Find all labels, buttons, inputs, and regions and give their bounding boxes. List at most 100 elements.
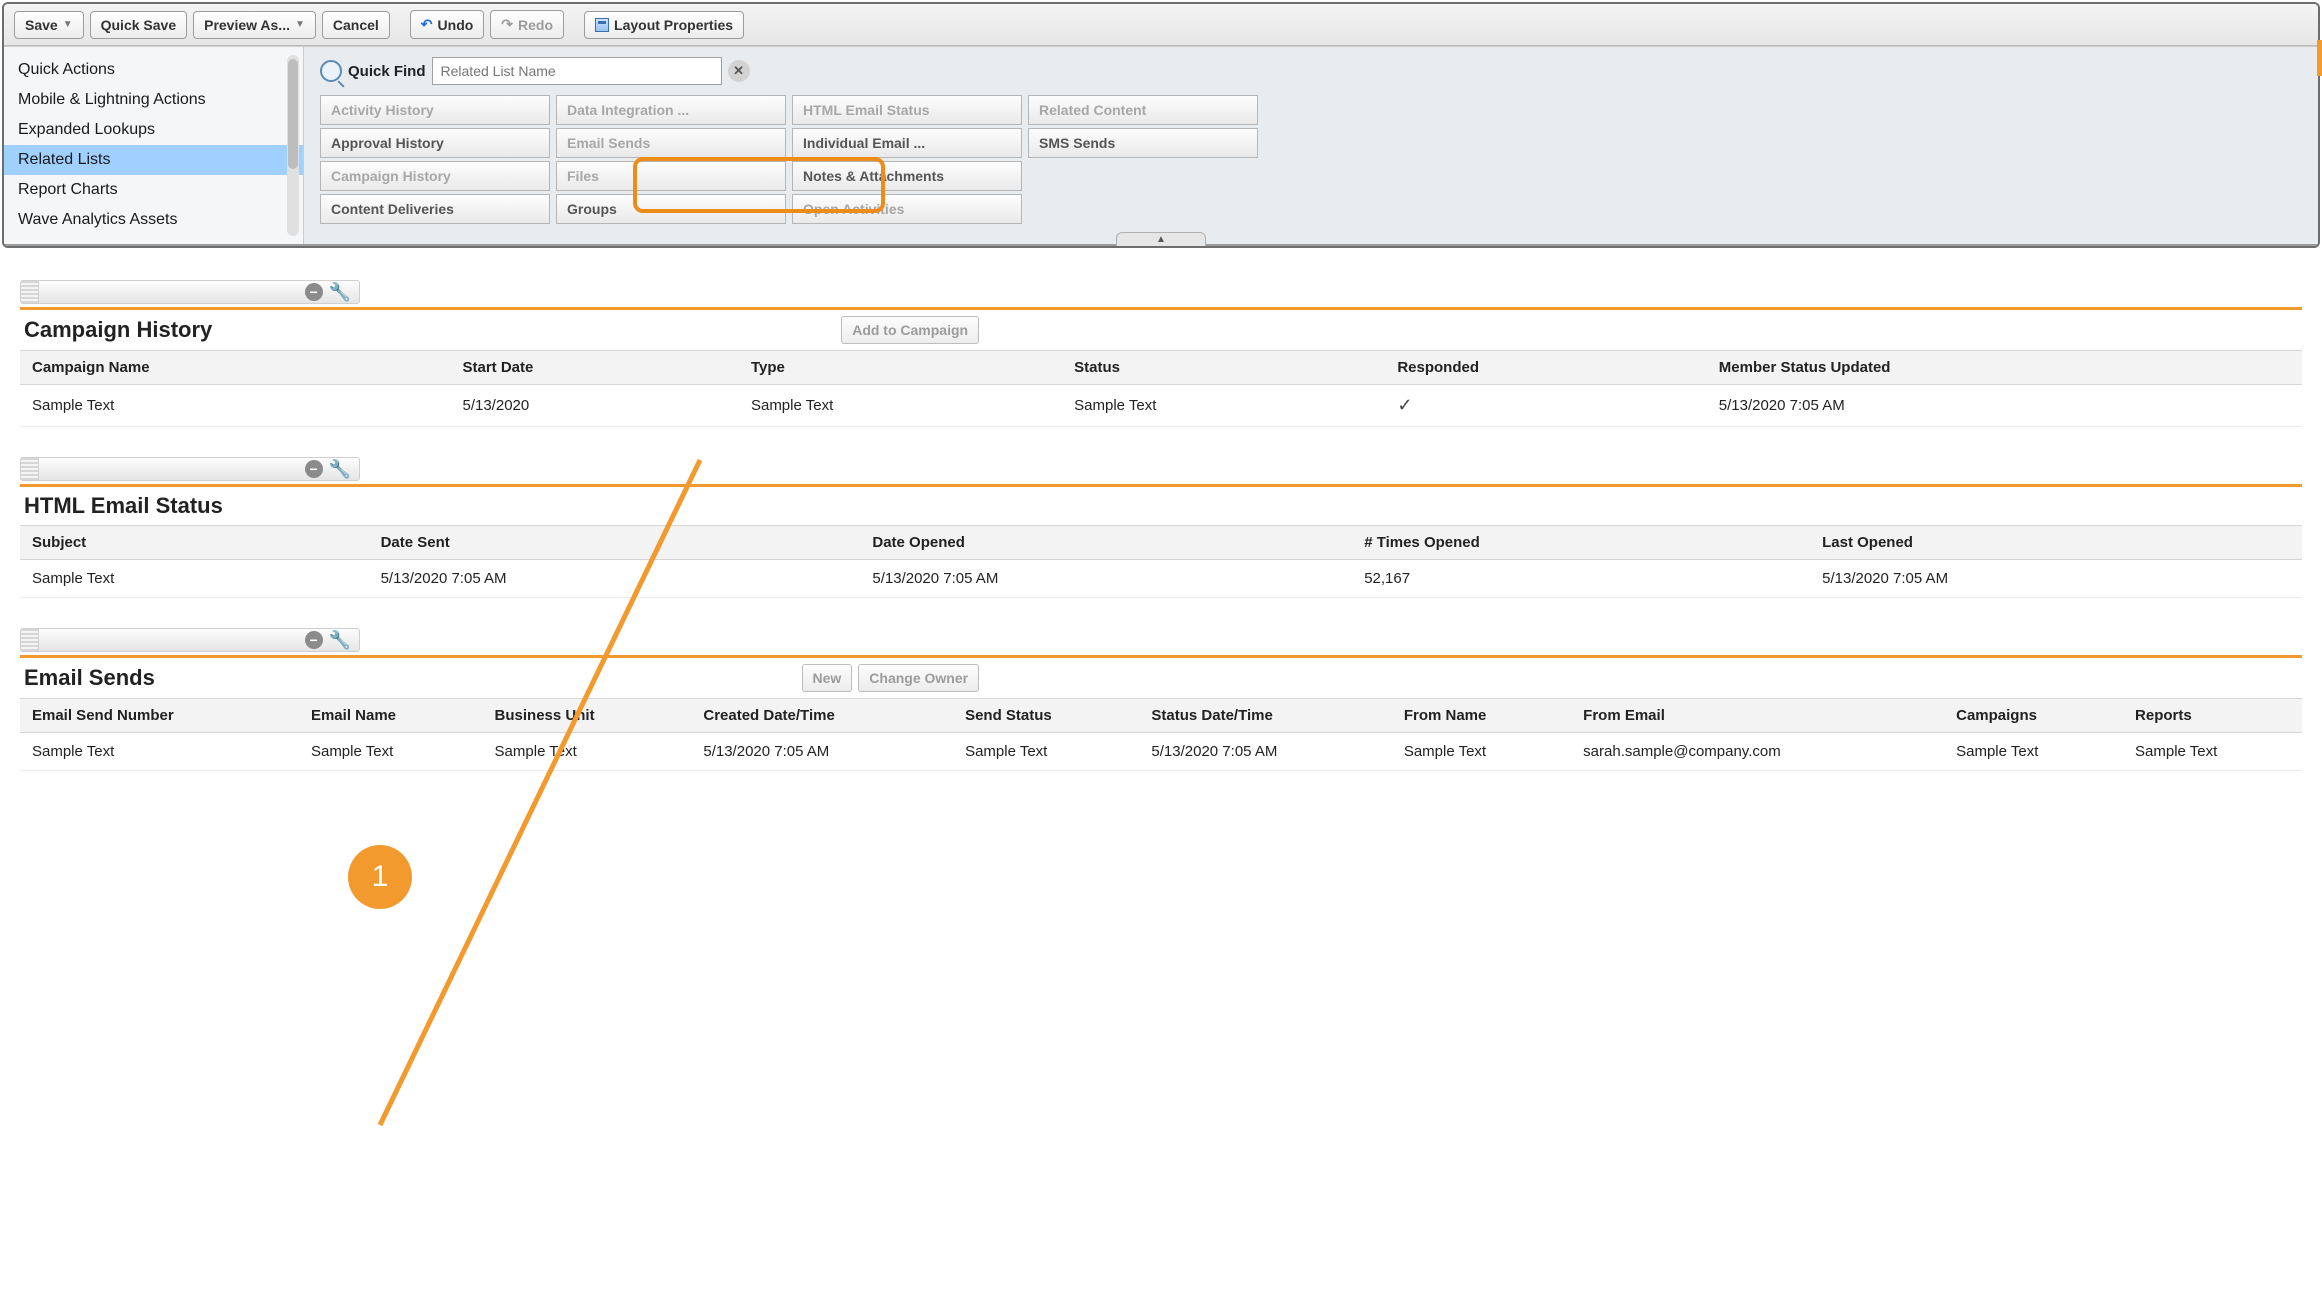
cell: Sample Text <box>953 733 1139 771</box>
drag-handle-icon[interactable] <box>21 629 39 651</box>
col-date-sent: Date Sent <box>369 526 861 560</box>
category-related-lists[interactable]: Related Lists <box>4 145 303 175</box>
table-row: Sample Text Sample Text Sample Text 5/13… <box>20 733 2302 771</box>
chevron-down-icon: ▼ <box>295 19 305 30</box>
col-created-dt: Created Date/Time <box>691 699 953 733</box>
col-from-name: From Name <box>1392 699 1571 733</box>
section-handlebar[interactable]: − 🔧 <box>20 628 360 652</box>
category-quick-actions[interactable]: Quick Actions <box>4 55 303 85</box>
html-email-status-table: Subject Date Sent Date Opened # Times Op… <box>20 525 2302 598</box>
cell: 5/13/2020 7:05 AM <box>691 733 953 771</box>
side-tab-icon <box>2317 40 2322 76</box>
palette-item-groups[interactable]: Groups <box>556 194 786 224</box>
new-button[interactable]: New <box>802 664 853 692</box>
palette-collapse-handle[interactable]: ▲ <box>1116 232 1206 246</box>
redo-label: Redo <box>518 17 553 33</box>
category-scrollbar[interactable] <box>287 55 299 236</box>
section-campaign-history: − 🔧 Campaign History Add to Campaign Cam… <box>20 280 2302 427</box>
layout-properties-button[interactable]: Layout Properties <box>584 11 744 39</box>
undo-button[interactable]: ↶ Undo <box>410 10 485 39</box>
palette-item-activity-history[interactable]: Activity History <box>320 95 550 125</box>
scrollbar-thumb[interactable] <box>288 59 298 169</box>
clear-search-icon[interactable]: ✕ <box>728 60 750 82</box>
section-title: HTML Email Status <box>24 493 223 519</box>
layout-canvas: − 🔧 Campaign History Add to Campaign Cam… <box>0 250 2322 821</box>
drag-handle-icon[interactable] <box>21 458 39 480</box>
section-html-email-status: − 🔧 HTML Email Status Subject Date Sent … <box>20 457 2302 598</box>
palette-item-sms-sends[interactable]: SMS Sends <box>1028 128 1258 158</box>
table-row: Sample Text 5/13/2020 7:05 AM 5/13/2020 … <box>20 560 2302 598</box>
quick-find-label: Quick Find <box>348 63 426 80</box>
palette-item-campaign-history[interactable]: Campaign History <box>320 161 550 191</box>
cell: Sample Text <box>1944 733 2123 771</box>
change-owner-button[interactable]: Change Owner <box>858 664 979 692</box>
palette-item-data-integration[interactable]: Data Integration ... <box>556 95 786 125</box>
remove-section-icon[interactable]: − <box>305 631 323 649</box>
col-start-date: Start Date <box>450 351 738 385</box>
col-subject: Subject <box>20 526 369 560</box>
preview-as-button[interactable]: Preview As...▼ <box>193 11 316 39</box>
wrench-icon[interactable]: 🔧 <box>329 459 351 480</box>
table-row: Sample Text 5/13/2020 Sample Text Sample… <box>20 385 2302 427</box>
undo-icon: ↶ <box>421 16 433 33</box>
col-status: Status <box>1062 351 1385 385</box>
add-to-campaign-button[interactable]: Add to Campaign <box>841 316 979 344</box>
category-expanded-lookups[interactable]: Expanded Lookups <box>4 115 303 145</box>
category-mobile-lightning-actions[interactable]: Mobile & Lightning Actions <box>4 85 303 115</box>
category-wave-analytics-assets[interactable]: Wave Analytics Assets <box>4 205 303 235</box>
palette-item-open-activities[interactable]: Open Activities <box>792 194 1022 224</box>
email-sends-table: Email Send Number Email Name Business Un… <box>20 698 2302 771</box>
section-email-sends: − 🔧 Email Sends New Change Owner Email S… <box>20 628 2302 771</box>
remove-section-icon[interactable]: − <box>305 283 323 301</box>
col-email-name: Email Name <box>299 699 483 733</box>
cell: 5/13/2020 <box>450 385 738 427</box>
layout-icon <box>595 18 609 32</box>
palette-item-individual-email[interactable]: Individual Email ... <box>792 128 1022 158</box>
palette-item-html-email-status[interactable]: HTML Email Status <box>792 95 1022 125</box>
undo-label: Undo <box>438 17 474 33</box>
col-business-unit: Business Unit <box>483 699 692 733</box>
drag-handle-icon[interactable] <box>21 281 39 303</box>
layout-properties-label: Layout Properties <box>614 17 733 33</box>
remove-section-icon[interactable]: − <box>305 460 323 478</box>
col-type: Type <box>739 351 1062 385</box>
redo-button[interactable]: ↷ Redo <box>490 10 564 39</box>
category-report-charts[interactable]: Report Charts <box>4 175 303 205</box>
palette-item-notes-attachments[interactable]: Notes & Attachments <box>792 161 1022 191</box>
cell: Sample Text <box>20 385 450 427</box>
col-times-opened: # Times Opened <box>1352 526 1810 560</box>
cell: 5/13/2020 7:05 AM <box>1810 560 2302 598</box>
col-send-status: Send Status <box>953 699 1139 733</box>
section-title: Email Sends <box>24 665 155 691</box>
cell-responded: ✓ <box>1385 385 1706 427</box>
cell: Sample Text <box>1062 385 1385 427</box>
cell: 5/13/2020 7:05 AM <box>369 560 861 598</box>
cell: Sample Text <box>299 733 483 771</box>
cancel-label: Cancel <box>333 17 379 33</box>
cell: 5/13/2020 7:05 AM <box>1139 733 1391 771</box>
redo-icon: ↷ <box>501 16 513 33</box>
palette-item-files[interactable]: Files <box>556 161 786 191</box>
cancel-button[interactable]: Cancel <box>322 11 390 39</box>
col-date-opened: Date Opened <box>860 526 1352 560</box>
palette-item-email-sends[interactable]: Email Sends <box>556 128 786 158</box>
palette-item-related-content[interactable]: Related Content <box>1028 95 1258 125</box>
cell: sarah.sample@company.com <box>1571 733 1944 771</box>
cell: Sample Text <box>20 560 369 598</box>
wrench-icon[interactable]: 🔧 <box>329 630 351 651</box>
section-handlebar[interactable]: − 🔧 <box>20 280 360 304</box>
palette-item-content-deliveries[interactable]: Content Deliveries <box>320 194 550 224</box>
quick-save-button[interactable]: Quick Save <box>90 11 188 39</box>
cell: Sample Text <box>20 733 299 771</box>
save-button[interactable]: Save▼ <box>14 11 84 39</box>
col-campaign-name: Campaign Name <box>20 351 450 385</box>
top-toolbar: Save▼ Quick Save Preview As...▼ Cancel ↶… <box>4 4 2318 46</box>
cell: Sample Text <box>739 385 1062 427</box>
wrench-icon[interactable]: 🔧 <box>329 282 351 303</box>
palette-category-list: Quick Actions Mobile & Lightning Actions… <box>4 47 304 244</box>
palette-item-approval-history[interactable]: Approval History <box>320 128 550 158</box>
annotation-label: 1 <box>372 860 389 894</box>
quick-find-input[interactable] <box>432 57 722 85</box>
section-handlebar[interactable]: − 🔧 <box>20 457 360 481</box>
palette: Quick Actions Mobile & Lightning Actions… <box>4 46 2318 246</box>
